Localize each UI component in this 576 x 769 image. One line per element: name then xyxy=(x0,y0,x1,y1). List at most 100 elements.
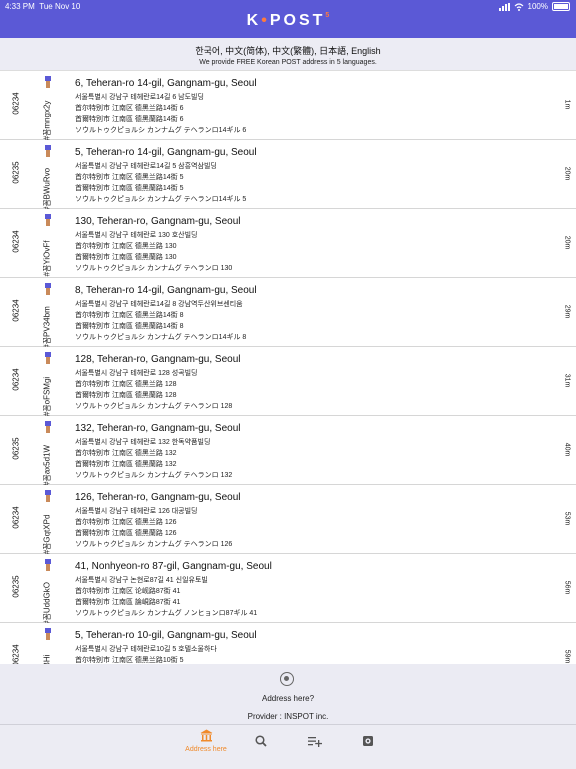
address-row[interactable]: 06235 #꼼UddGkO 41, Nonhyeon-ro 87-gil, Gan… xyxy=(0,554,576,625)
address-row[interactable]: 06234 #꼼mngx2y 6, Teheran-ro 14-gil, Gangn… xyxy=(0,71,576,140)
provider-text: Provider : INSPOT inc. xyxy=(247,712,329,721)
app-header: 4:33 PM Tue Nov 10 100% K•POST5 xyxy=(0,0,576,38)
address-korean: 서울특별시 강남구 테헤란로14길 8 강남역두산위브센티움 xyxy=(75,301,243,308)
zip-code: 06234 xyxy=(11,368,21,391)
address-korean: 서울특별시 강남구 테헤란로 130 호산빌딩 xyxy=(75,232,198,239)
address-chinese-traditional: 首爾特別市 江南區 德黑蘭路14街 6 xyxy=(75,116,184,123)
map-pin-icon xyxy=(45,145,51,157)
zip-code: 06235 xyxy=(11,437,21,460)
zip-code: 06234 xyxy=(11,644,21,665)
address-title: 128, Teheran-ro, Gangnam-gu, Seoul xyxy=(75,354,241,365)
distance: 29m xyxy=(563,304,571,319)
address-japanese: ソウルトゥクピョルシ カンナムグ テヘランロ 128 xyxy=(75,403,233,410)
languages-text: 한국어, 中文(简体), 中文(繁體), 日本語, English xyxy=(195,46,381,56)
address-row[interactable]: 06234 #꼼GqtXPd 126, Teheran-ro, Gangnam-gu… xyxy=(0,485,576,554)
distance: 20m xyxy=(563,166,571,181)
footer: Address here? Provider : INSPOT inc. Add… xyxy=(0,664,576,769)
address-row[interactable]: 06235 #꼼ax5d1W 132, Teheran-ro, Gangnam-gu… xyxy=(0,416,576,486)
search-icon xyxy=(255,735,267,747)
address-korean: 서울특별시 강남구 테헤란로 128 성곡빌딩 xyxy=(75,370,198,377)
address-korean: 서울특별시 강남구 테헤란로 126 대공빌딩 xyxy=(75,508,198,515)
zip-code: 06234 xyxy=(11,92,21,115)
address-title: 5, Teheran-ro 14-gil, Gangnam-gu, Seoul xyxy=(75,147,257,158)
zip-code: 06235 xyxy=(11,575,21,598)
address-korean: 서울특별시 강남구 테헤란로14길 5 삼흥역삼빌딩 xyxy=(75,163,217,170)
address-chinese-simplified: 首尔特别市 江南区 论岘路87街 41 xyxy=(75,588,181,595)
bank-icon xyxy=(200,729,213,742)
app-logo: K•POST5 xyxy=(246,12,330,29)
address-japanese: ソウルトゥクピョルシ カンナムグ テヘランロ 132 xyxy=(75,472,233,479)
address-row[interactable]: 06235 #꼼BWuRvo 5, Teheran-ro 14-gil, Gangn… xyxy=(0,140,576,211)
address-title: 126, Teheran-ro, Gangnam-gu, Seoul xyxy=(75,492,241,503)
address-chinese-simplified: 首尔特别市 江南区 德黑兰路 130 xyxy=(75,243,177,250)
zip-code: 06235 xyxy=(11,161,21,184)
address-chinese-simplified: 首尔特别市 江南区 德黑兰路14街 5 xyxy=(75,174,184,181)
address-chinese-simplified: 首尔特别市 江南区 德黑兰路14街 8 xyxy=(75,312,184,319)
distance: 20m xyxy=(563,235,571,250)
tab-search[interactable] xyxy=(231,725,291,769)
address-chinese-simplified: 首尔特别市 江南区 德黑兰路 132 xyxy=(75,450,177,457)
address-title: 130, Teheran-ro, Gangnam-gu, Seoul xyxy=(75,216,241,227)
address-japanese: ソウルトゥクピョルシ カンナムグ テヘランロ14ギル 5 xyxy=(75,196,247,203)
address-chinese-traditional: 首爾特別市 江南區 德黑蘭路 132 xyxy=(75,461,177,468)
status-time: 4:33 PM Tue Nov 10 xyxy=(5,2,81,11)
tab-bar: Address here xyxy=(0,724,576,769)
address-japanese: ソウルトゥクピョルシ カンナムグ テヘランロ 130 xyxy=(75,265,233,272)
language-banner: 한국어, 中文(简体), 中文(繁體), 日本語, English We pro… xyxy=(0,38,576,70)
address-chinese-simplified: 首尔特别市 江南区 德黑兰路 126 xyxy=(75,519,177,526)
address-korean: 서울특별시 강남구 테헤란로10길 5 호텔소울하다 xyxy=(75,646,217,653)
add-list-icon xyxy=(308,737,322,747)
address-chinese-simplified: 首尔特别市 江南区 德黑兰路 128 xyxy=(75,381,177,388)
map-pin-icon xyxy=(45,559,51,571)
distance: 56m xyxy=(563,580,571,595)
map-pin-icon xyxy=(45,214,51,226)
locate-icon[interactable] xyxy=(280,672,294,686)
address-japanese: ソウルトゥクピョルシ カンナムグ ノンヒョンロ87ギル 41 xyxy=(75,610,258,617)
address-row[interactable]: 06234 #꼼YiOvFf 130, Teheran-ro, Gangnam-gu… xyxy=(0,209,576,278)
address-row[interactable]: 06234 #꼼PV34bm 8, Teheran-ro 14-gil, Gangn… xyxy=(0,278,576,349)
address-chinese-traditional: 首爾特別市 江南區 德黑蘭路 126 xyxy=(75,530,177,537)
tab-address-here-label: Address here xyxy=(185,746,227,753)
address-row[interactable]: 06234 #꼼ZtzBHi 5, Teheran-ro 10-gil, Gangn… xyxy=(0,623,576,665)
battery-percent: 100% xyxy=(527,2,548,11)
map-pin-icon xyxy=(45,421,51,433)
address-title: 6, Teheran-ro 14-gil, Gangnam-gu, Seoul xyxy=(75,78,257,89)
address-japanese: ソウルトゥクピョルシ カンナムグ テヘランロ14ギル 8 xyxy=(75,334,247,341)
address-japanese: ソウルトゥクピョルシ カンナムグ テヘランロ 126 xyxy=(75,541,233,548)
address-japanese: ソウルトゥクピョルシ カンナムグ テヘランロ14ギル 6 xyxy=(75,127,247,134)
map-pin-icon xyxy=(45,283,51,295)
address-title: 132, Teheran-ro, Gangnam-gu, Seoul xyxy=(75,423,241,434)
signal-icon xyxy=(498,2,510,11)
address-row[interactable]: 06234 #꼼oFSMgi 128, Teheran-ro, Gangnam-gu… xyxy=(0,347,576,416)
address-code: #꼼ZtzBHi xyxy=(42,643,53,665)
address-chinese-traditional: 首爾特別市 江南區 德黑蘭路14街 8 xyxy=(75,323,184,330)
map-pin-icon xyxy=(45,352,51,364)
zip-code: 06234 xyxy=(11,299,21,322)
settings-icon xyxy=(363,736,373,746)
address-chinese-traditional: 首爾特別市 江南區 德黑蘭路14街 5 xyxy=(75,185,184,192)
address-title: 41, Nonhyeon-ro 87-gil, Gangnam-gu, Seou… xyxy=(75,561,272,572)
address-list[interactable]: 06234 #꼼mngx2y 6, Teheran-ro 14-gil, Gangn… xyxy=(0,70,576,665)
address-chinese-simplified: 首尔特别市 江南区 德黑兰路14街 6 xyxy=(75,105,184,112)
distance: 1m xyxy=(563,99,571,110)
map-pin-icon xyxy=(45,628,51,640)
description-text: We provide FREE Korean POST address in 5… xyxy=(199,59,377,66)
zip-code: 06234 xyxy=(11,230,21,253)
address-korean: 서울특별시 강남구 논현로87길 41 신일유토빌 xyxy=(75,577,208,584)
address-here-text[interactable]: Address here? xyxy=(0,694,576,703)
address-korean: 서울특별시 강남구 테헤란로14길 6 남도빌딩 xyxy=(75,94,204,101)
tab-address-here[interactable]: Address here xyxy=(176,725,236,769)
map-pin-icon xyxy=(45,490,51,502)
address-chinese-traditional: 首爾特別市 江南區 論峴路87街 41 xyxy=(75,599,181,606)
address-korean: 서울특별시 강남구 테헤란로 132 한독약품빌딩 xyxy=(75,439,211,446)
distance: 31m xyxy=(563,373,571,388)
distance: 59m xyxy=(563,649,571,664)
wifi-icon xyxy=(514,2,523,11)
address-title: 8, Teheran-ro 14-gil, Gangnam-gu, Seoul xyxy=(75,285,257,296)
tab-settings[interactable] xyxy=(338,725,398,769)
tab-add-list[interactable] xyxy=(284,725,344,769)
zip-code: 06234 xyxy=(11,506,21,529)
distance: 40m xyxy=(563,442,571,457)
map-pin-icon xyxy=(45,76,51,88)
battery-icon xyxy=(552,2,570,11)
